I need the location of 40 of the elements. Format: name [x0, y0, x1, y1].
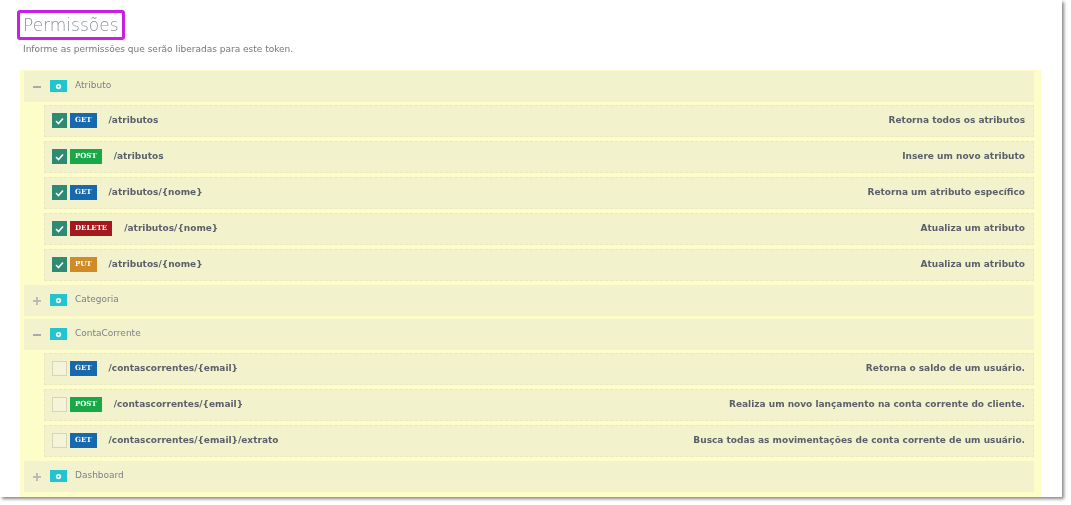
group-name: Atributo [75, 79, 112, 93]
group-name: Categoria [75, 293, 119, 307]
endpoint-path: /contascorrentes/{email}/extrato [108, 433, 279, 447]
gear-icon [50, 80, 67, 92]
group-header[interactable]: Dashboard [24, 460, 1034, 492]
endpoint-description: Retorna um atributo específico [867, 185, 1025, 199]
check-icon [55, 152, 64, 161]
endpoint-path: /contascorrentes/{email} [108, 361, 238, 375]
check-icon [55, 224, 64, 233]
checkbox[interactable] [52, 257, 67, 272]
checkbox[interactable] [52, 221, 67, 236]
endpoint-path: /atributos [108, 113, 159, 127]
endpoint-description: Retorna todos os atributos [888, 113, 1025, 127]
gear-icon [50, 294, 67, 306]
endpoint-description: Atualiza um atributo [920, 221, 1025, 235]
endpoint-description: Realiza um novo lançamento na conta corrente do cliente. [729, 397, 1025, 411]
group-name: ContaCorrente [75, 327, 141, 341]
endpoint-description: Busca todas as movimentações de conta corrente de um usuário. [693, 433, 1025, 447]
page-subtitle: Informe as permissões que serão liberadas para este token. [23, 43, 295, 56]
checkbox[interactable] [52, 149, 67, 164]
endpoint-path: /atributos/{nome} [108, 257, 203, 271]
checkbox[interactable] [52, 113, 67, 128]
endpoint-description: Retorna o saldo de um usuário. [865, 361, 1025, 375]
checkbox[interactable] [52, 185, 67, 200]
endpoint-path: /atributos/{nome} [124, 221, 219, 235]
page-title: Permissões [17, 10, 125, 40]
endpoint-description: Insere um novo atributo [902, 149, 1025, 163]
group-header[interactable]: ContaCorrente [24, 318, 1034, 350]
check-icon [55, 116, 64, 125]
group-header[interactable]: Atributo [24, 70, 1034, 102]
check-icon [55, 260, 64, 269]
endpoint-path: /atributos [113, 149, 164, 163]
gear-icon [50, 328, 67, 340]
group-header[interactable]: Categoria [24, 284, 1034, 316]
check-icon [55, 188, 64, 197]
group-name: Dashboard [75, 469, 124, 483]
gear-icon [50, 470, 67, 482]
endpoint-path: /contascorrentes/{email} [113, 397, 244, 411]
endpoint-path: /atributos/{nome} [108, 185, 203, 199]
endpoint-description: Atualiza um atributo [920, 257, 1025, 271]
